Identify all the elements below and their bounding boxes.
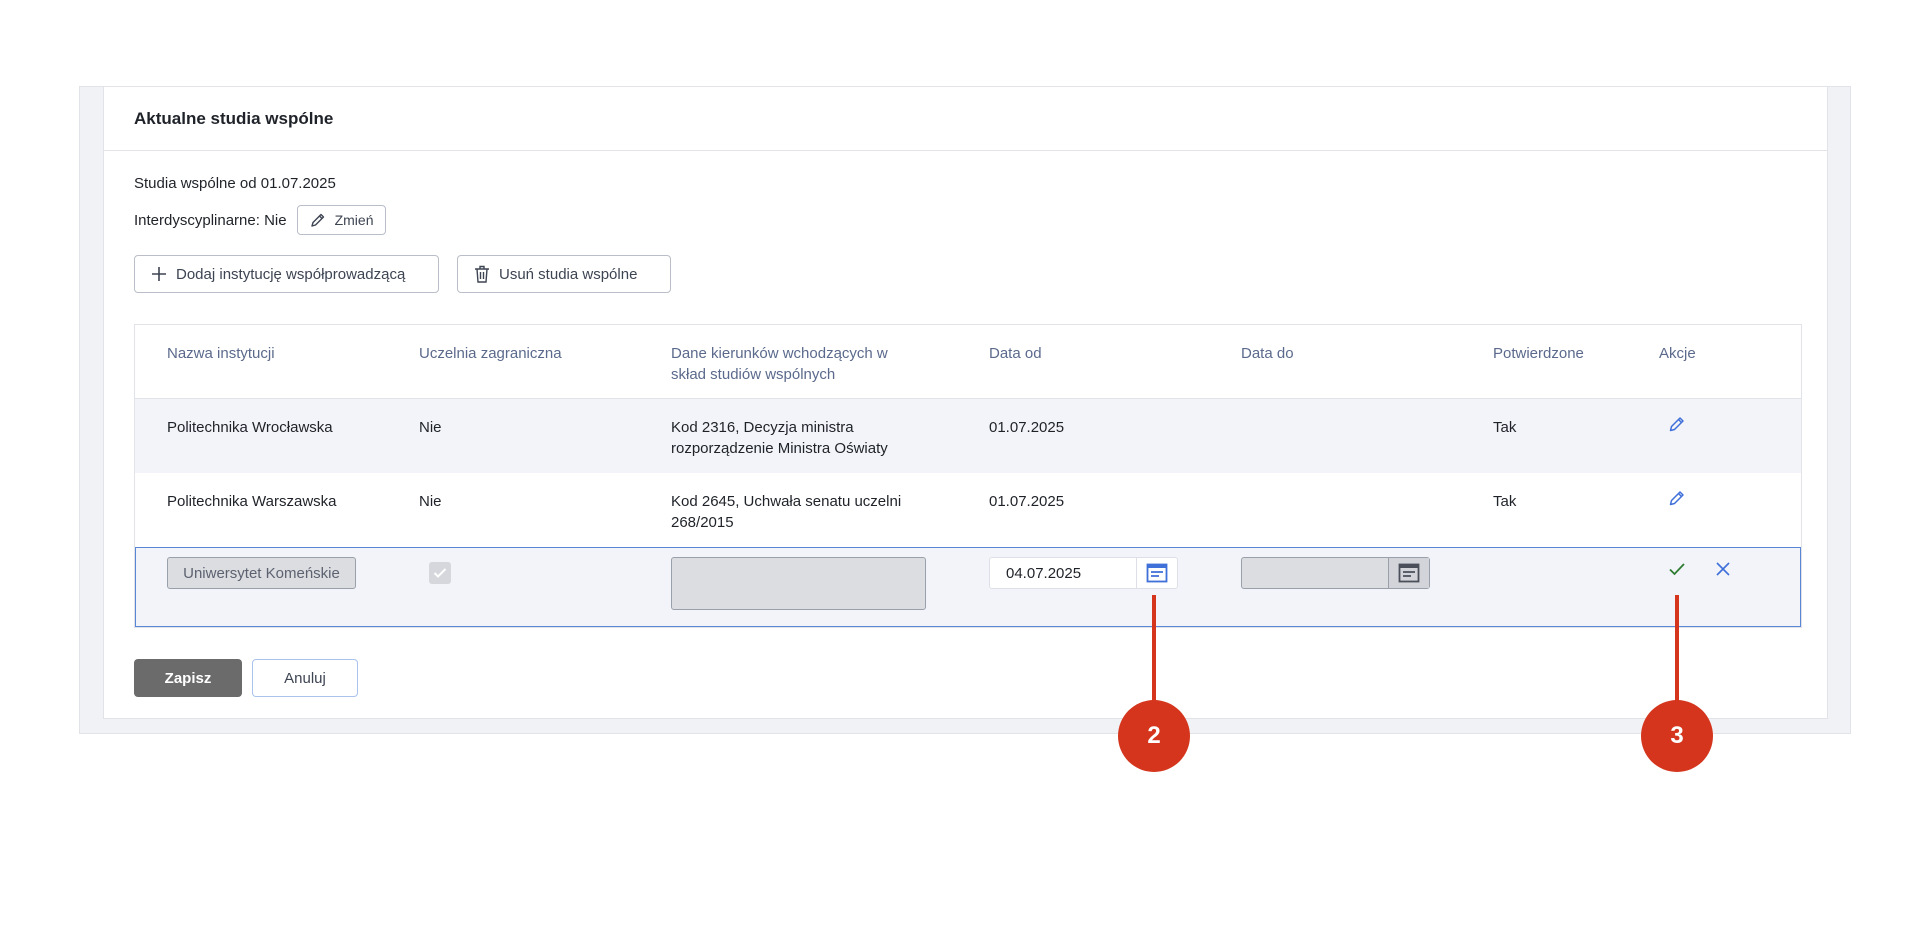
callout-3-badge: 3 <box>1641 700 1713 772</box>
header-foreign: Uczelnia zagraniczna <box>419 345 562 362</box>
interdisciplinary-label: Interdyscyplinarne: Nie <box>134 211 287 229</box>
table-row: Politechnika Wrocławska Nie Kod 2316, De… <box>135 399 1801 473</box>
save-button[interactable]: Zapisz <box>134 659 242 697</box>
calendar-icon <box>1146 563 1168 583</box>
interdisciplinary-row: Interdyscyplinarne: Nie Zmień <box>134 205 387 235</box>
change-button[interactable]: Zmień <box>296 205 387 235</box>
cell-name: Politechnika Wrocławska <box>167 419 333 436</box>
panel-title: Aktualne studia wspólne <box>104 87 1827 151</box>
cell-programs-line2: rozporządzenie Ministra Oświaty <box>671 440 888 457</box>
institution-select[interactable]: Uniwersytet Komeńskie <box>167 557 356 589</box>
header-programs: Dane kierunków wchodzących w skład studi… <box>671 343 911 385</box>
cell-programs-line2: 268/2015 <box>671 514 734 531</box>
callout-3-line <box>1675 595 1679 705</box>
programs-textarea[interactable] <box>671 557 926 610</box>
joint-since-text: Studia wspólne od 01.07.2025 <box>134 175 336 192</box>
pencil-icon <box>1669 417 1684 432</box>
date-to-calendar-button[interactable] <box>1388 558 1429 588</box>
pencil-icon <box>310 212 326 228</box>
plus-icon <box>151 266 167 282</box>
delete-joint-studies-label: Usuń studia wspólne <box>499 265 638 283</box>
confirm-row-button[interactable] <box>1668 561 1686 582</box>
cancel-button[interactable]: Anuluj <box>252 659 358 697</box>
table-row-editing: Uniwersytet Komeńskie 04.07.2025 <box>135 547 1801 627</box>
cell-confirmed: Tak <box>1493 419 1517 436</box>
cell-foreign: Nie <box>419 419 442 436</box>
header-confirmed: Potwierdzone <box>1493 345 1584 362</box>
date-to-input[interactable] <box>1241 557 1430 589</box>
date-from-value[interactable]: 04.07.2025 <box>990 558 1136 588</box>
institutions-table: Nazwa instytucji Uczelnia zagraniczna Da… <box>134 324 1802 628</box>
table-row: Politechnika Warszawska Nie Kod 2645, Uc… <box>135 473 1801 547</box>
add-institution-label: Dodaj instytucję współprowadzącą <box>176 265 406 283</box>
calendar-icon <box>1398 563 1420 583</box>
check-icon <box>1669 563 1685 576</box>
cancel-row-button[interactable] <box>1715 561 1731 582</box>
cell-programs-line1: Kod 2316, Decyzja ministra <box>671 419 854 436</box>
cell-date-from: 01.07.2025 <box>989 419 1065 436</box>
header-programs-line1: Dane kierunków wchodzących w <box>671 345 888 362</box>
cell-programs: Kod 2645, Uchwała senatu uczelni 268/201… <box>671 491 911 533</box>
table-header: Nazwa instytucji Uczelnia zagraniczna Da… <box>135 325 1801 399</box>
cell-foreign: Nie <box>419 493 442 510</box>
foreign-university-checkbox[interactable] <box>429 562 451 584</box>
header-programs-line2: skład studiów wspólnych <box>671 366 836 383</box>
joint-studies-panel: Aktualne studia wspólne Studia wspólne o… <box>103 87 1828 719</box>
cell-date-from: 01.07.2025 <box>989 493 1065 510</box>
edit-row-button[interactable] <box>1668 415 1686 438</box>
close-icon <box>1716 562 1730 576</box>
pencil-icon <box>1669 491 1684 506</box>
add-institution-button[interactable]: Dodaj instytucję współprowadzącą <box>134 255 439 293</box>
change-button-label: Zmień <box>334 212 374 228</box>
delete-joint-studies-button[interactable]: Usuń studia wspólne <box>457 255 671 293</box>
cell-confirmed: Tak <box>1493 493 1517 510</box>
callout-2-badge: 2 <box>1118 700 1190 772</box>
cell-name: Politechnika Warszawska <box>167 493 337 510</box>
outer-frame: Aktualne studia wspólne Studia wspólne o… <box>79 86 1851 734</box>
cell-programs: Kod 2316, Decyzja ministra rozporządzeni… <box>671 417 911 459</box>
date-from-calendar-button[interactable] <box>1136 558 1177 588</box>
date-from-input[interactable]: 04.07.2025 <box>989 557 1178 589</box>
header-date-to: Data do <box>1241 345 1294 362</box>
header-date-from: Data od <box>989 345 1042 362</box>
trash-icon <box>474 265 490 283</box>
header-name: Nazwa instytucji <box>167 345 275 362</box>
edit-row-button[interactable] <box>1668 489 1686 512</box>
callout-2-line <box>1152 595 1156 705</box>
header-actions: Akcje <box>1659 345 1696 362</box>
check-icon <box>433 568 447 578</box>
cell-programs-line1: Kod 2645, Uchwała senatu uczelni <box>671 493 902 510</box>
date-to-value[interactable] <box>1242 558 1388 588</box>
